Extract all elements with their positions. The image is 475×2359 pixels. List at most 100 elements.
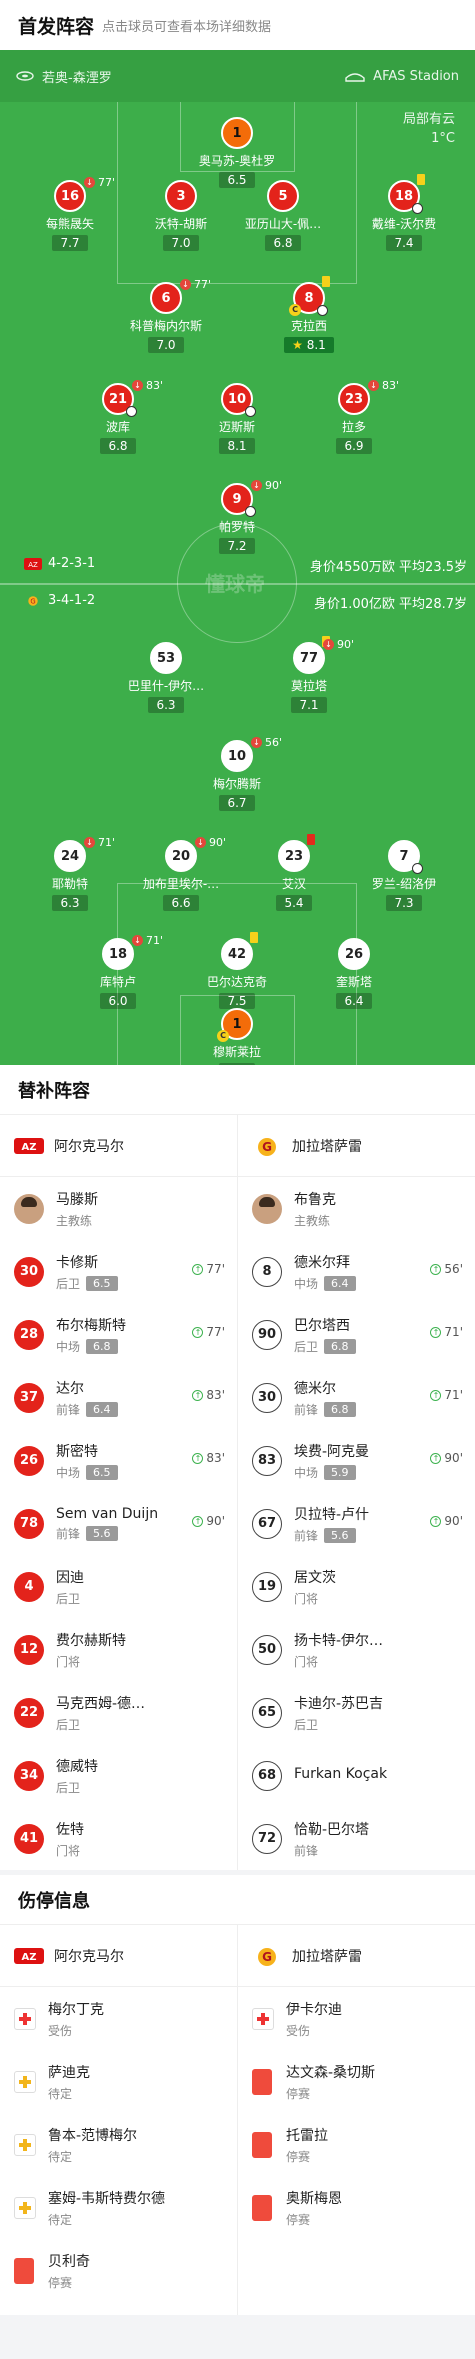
- stadium-icon: [16, 71, 34, 81]
- player-name: 亚历山大-佩…: [244, 217, 322, 231]
- away-player[interactable]: 53 巴里什-伊尔… 6.3: [101, 642, 231, 713]
- sub-in-icon: ↑: [192, 1263, 204, 1275]
- home-team-header[interactable]: AZ 阿尔克马尔: [0, 1115, 237, 1176]
- home-player[interactable]: 6 ↓ 77' 科普梅内尔斯 7.0: [101, 278, 231, 353]
- away-player[interactable]: 18 ↓ 71' 库特卢 6.0: [53, 934, 183, 1009]
- player-number: 1: [221, 117, 253, 149]
- home-coach[interactable]: 马滕斯 主教练: [0, 1177, 237, 1240]
- rating-value: 6.9: [344, 439, 364, 453]
- player-number: 26: [338, 938, 370, 970]
- player-position: 门将: [56, 1843, 81, 1858]
- sub-minute: 83': [146, 379, 164, 392]
- sub-out-icon: ↓: [132, 380, 143, 391]
- away-injury-item[interactable]: 奥斯梅恩 停赛: [238, 2176, 475, 2239]
- home-sub-player[interactable]: 26 斯密特 中场 6.5 ↑ 83': [0, 1429, 237, 1492]
- injury-grid: 梅尔丁克 受伤 萨迪克 待定 鲁本-范博梅尔 待定 塞姆-韦斯特费尔德 待定 贝利奇 停赛 伊卡尔迪…: [0, 1987, 475, 2315]
- player-rating: ★ 8.1: [284, 337, 334, 353]
- player-name: 恰勒-巴尔塔: [294, 1821, 370, 1838]
- home-sub-player[interactable]: 12 费尔赫斯特 门将: [0, 1618, 237, 1681]
- player-number: 24 ↓ 71': [54, 836, 115, 872]
- player-number-text: 5: [278, 188, 288, 204]
- rating-value: 7.4: [394, 236, 414, 250]
- sub-minute: 71': [444, 1325, 463, 1339]
- home-player[interactable]: 18 戴维-沃尔费 7.4: [339, 174, 469, 251]
- player-name: 奥马苏-奥杜罗: [198, 154, 276, 168]
- home-player[interactable]: 21 ↓ 83' 波库 6.8: [53, 379, 183, 454]
- player-rating: 7.2: [219, 538, 255, 554]
- player-rating: 6.5: [86, 1464, 118, 1480]
- sub-out-icon: ↓: [84, 177, 95, 188]
- away-sub-player[interactable]: 50 扬卡特-伊尔… 门将: [238, 1618, 475, 1681]
- player-number: 42: [221, 932, 258, 970]
- home-team-header[interactable]: AZ 阿尔克马尔: [0, 1925, 237, 1986]
- away-player[interactable]: 1C穆斯莱拉6.7: [172, 1008, 302, 1065]
- away-sub-player[interactable]: 19 居文茨 门将: [238, 1555, 475, 1618]
- player-number: 41: [14, 1823, 44, 1854]
- player-number: 3: [165, 180, 197, 212]
- away-player[interactable]: 7 罗兰-绍洛伊 7.3: [339, 840, 469, 911]
- player-name: 居文茨: [294, 1569, 336, 1586]
- away-sub-player[interactable]: 68 Furkan Koçak: [238, 1744, 475, 1807]
- player-position: 前锋: [294, 1528, 319, 1543]
- rating-value: 7.5: [227, 994, 247, 1008]
- away-sub-player[interactable]: 30 德米尔 前锋 6.8 ↑ 71': [238, 1366, 475, 1429]
- away-injury-item[interactable]: 达文森-桑切斯 停赛: [238, 2050, 475, 2113]
- home-sub-player[interactable]: 37 达尔 前锋 6.4 ↑ 83': [0, 1366, 237, 1429]
- player-rating: 6.8: [265, 235, 301, 251]
- away-formation-label: 3-4-1-2: [48, 593, 96, 608]
- home-injury-item[interactable]: 塞姆-韦斯特费尔德 待定: [0, 2176, 237, 2239]
- player-rating: 6.7: [219, 795, 255, 811]
- player-name: 达文森-桑切斯: [286, 2064, 376, 2081]
- substitutes-title: 替补阵容: [0, 1065, 475, 1115]
- player-number-text: 23: [284, 848, 304, 864]
- home-player[interactable]: 1 奥马苏-奥杜罗 6.5: [172, 117, 302, 188]
- home-sub-player[interactable]: 41 佐特 门将: [0, 1807, 237, 1870]
- away-injury-item[interactable]: 伊卡尔迪 受伤: [238, 1987, 475, 2050]
- away-injury-item[interactable]: 托雷拉 停赛: [238, 2113, 475, 2176]
- away-sub-player[interactable]: 67 贝拉特-卢什 前锋 5.6 ↑ 90': [238, 1492, 475, 1555]
- player-number: 28: [14, 1319, 44, 1350]
- away-player[interactable]: 77 ↓ 90' 莫拉塔 7.1: [244, 636, 374, 713]
- away-team-header[interactable]: G 加拉塔萨雷: [237, 1925, 475, 1986]
- home-sub-player[interactable]: 78 Sem van Duijn 前锋 5.6 ↑ 90': [0, 1492, 237, 1555]
- home-player[interactable]: 5 亚历山大-佩… 6.8: [218, 180, 348, 251]
- player-position: 后卫: [56, 1591, 81, 1606]
- away-player[interactable]: 26 奎斯塔 6.4: [289, 938, 419, 1009]
- player-number-text: 53: [156, 650, 176, 666]
- home-player[interactable]: 8 C 克拉西 ★ 8.1: [244, 276, 374, 353]
- player-name: 戴维-沃尔费: [371, 217, 437, 231]
- weather: 局部有云 1°C: [403, 110, 455, 148]
- home-sub-player[interactable]: 22 马克西姆-德… 后卫: [0, 1681, 237, 1744]
- home-sub-player[interactable]: 34 德威特 后卫: [0, 1744, 237, 1807]
- away-team-header[interactable]: G 加拉塔萨雷: [237, 1115, 475, 1176]
- player-name: 穆斯莱拉: [212, 1045, 261, 1059]
- home-sub-player[interactable]: 28 布尔梅斯特 中场 6.8 ↑ 77': [0, 1303, 237, 1366]
- home-sub-player[interactable]: 30 卡修斯 后卫 6.5 ↑ 77': [0, 1240, 237, 1303]
- away-player[interactable]: 42 巴尔达克奇 7.5: [172, 932, 302, 1009]
- player-number: 6 ↓ 77': [150, 278, 211, 314]
- away-sub-player[interactable]: 8 德米尔拜 中场 6.4 ↑ 56': [238, 1240, 475, 1303]
- player-number-text: 10: [227, 748, 247, 764]
- player-number-text: 18: [108, 946, 128, 962]
- away-sub-player[interactable]: 83 埃费-阿克曼 中场 5.9 ↑ 90': [238, 1429, 475, 1492]
- away-player[interactable]: 20 ↓ 90' 加布里埃尔-… 6.6: [116, 836, 246, 911]
- sub-minute: 71': [98, 836, 116, 849]
- away-sub-player[interactable]: 72 恰勒-巴尔塔 前锋: [238, 1807, 475, 1870]
- home-player[interactable]: 9 ↓ 90' 帕罗特 7.2: [172, 479, 302, 554]
- home-injury-item[interactable]: 萨迪克 待定: [0, 2050, 237, 2113]
- home-injury-item[interactable]: 贝利奇 停赛: [0, 2239, 237, 2302]
- player-name: 波库: [105, 420, 130, 434]
- home-injury-item[interactable]: 梅尔丁克 受伤: [0, 1987, 237, 2050]
- home-injury-item[interactable]: 鲁本-范博梅尔 待定: [0, 2113, 237, 2176]
- rating-value: 6.6: [171, 896, 191, 910]
- home-sub-player[interactable]: 4 因迪 后卫: [0, 1555, 237, 1618]
- home-player[interactable]: 23 ↓ 83' 拉多 6.9: [289, 379, 419, 454]
- player-name: Furkan Koçak: [294, 1766, 388, 1782]
- team-header-row: AZ 阿尔克马尔 G 加拉塔萨雷: [0, 1115, 475, 1177]
- away-player[interactable]: 10 ↓ 56' 梅尔腾斯 6.7: [172, 736, 302, 811]
- away-coach[interactable]: 布鲁克 主教练: [238, 1177, 475, 1240]
- arena-icon: [345, 73, 365, 82]
- home-player[interactable]: 10 迈斯斯 8.1: [172, 383, 302, 454]
- away-sub-player[interactable]: 65 卡迪尔-苏巴吉 后卫: [238, 1681, 475, 1744]
- away-sub-player[interactable]: 90 巴尔塔西 后卫 6.8 ↑ 71': [238, 1303, 475, 1366]
